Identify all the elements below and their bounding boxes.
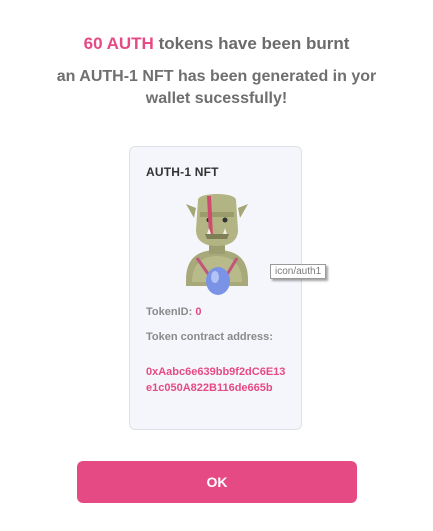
token-id-label: TokenID: <box>146 306 193 318</box>
success-message: an AUTH-1 NFT has been generated in yor … <box>56 68 377 107</box>
token-id: TokenID: 0 <box>146 306 201 318</box>
nft-generated-dialog: 60 AUTH tokens have been burnt an AUTH-1… <box>0 0 433 531</box>
headline-text: tokens have been burnt <box>158 34 350 53</box>
nft-card: AUTH-1 NFT icon/auth1 TokenID: 0 Token c… <box>129 146 327 430</box>
headline: 60 AUTH tokens have been burnt <box>0 34 433 54</box>
contract-address-label: Token contract address: <box>146 331 273 343</box>
image-tooltip: icon/auth1 <box>270 264 327 279</box>
token-id-value: 0 <box>195 306 202 318</box>
contract-address-value: 0xAabc6e639bb9f2dC6E13e1c050A822B116de66… <box>146 366 286 394</box>
burnt-amount: 60 AUTH <box>83 34 154 53</box>
nft-card-title: AUTH-1 NFT <box>146 165 219 179</box>
orc-nft-image <box>186 194 248 295</box>
ok-button[interactable]: OK <box>77 461 357 503</box>
